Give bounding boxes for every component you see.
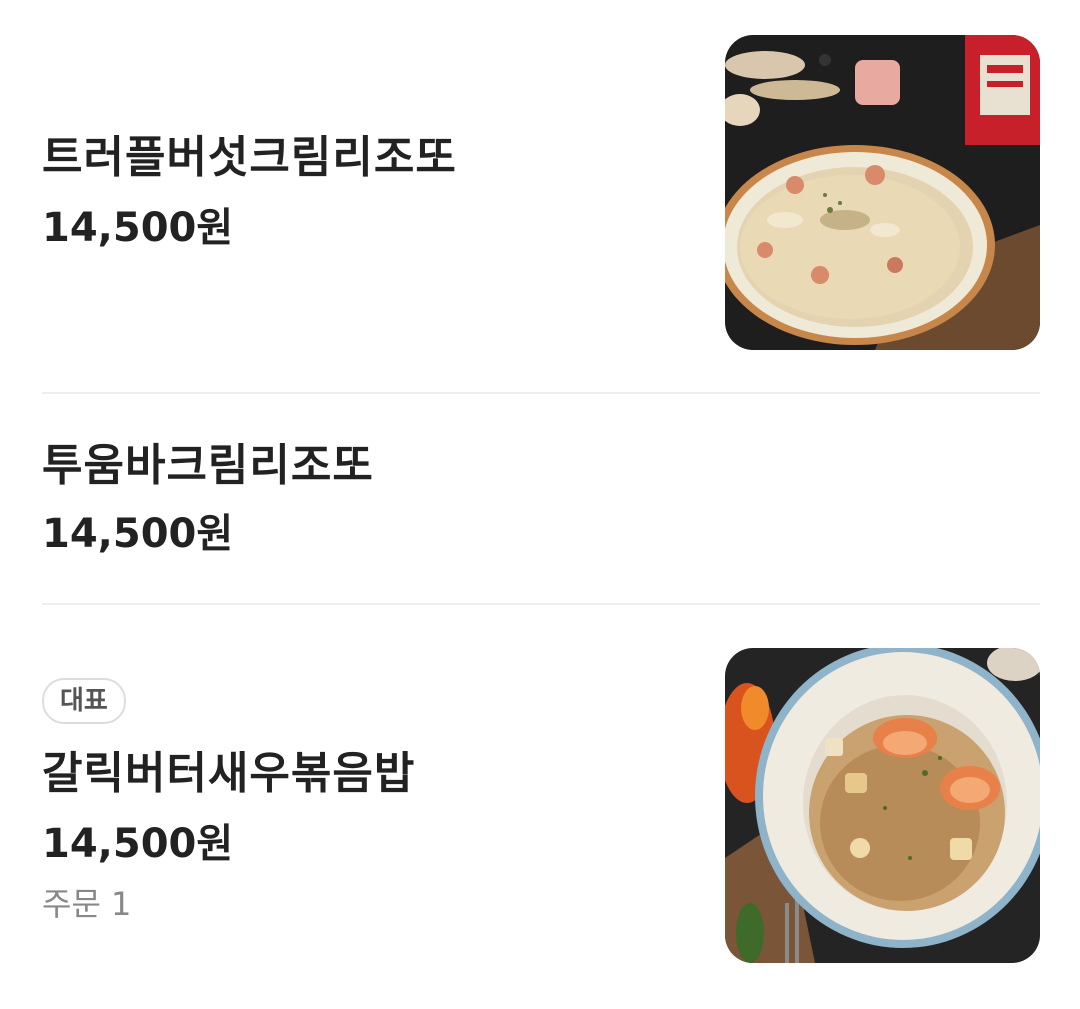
menu-item-name: 트러플버섯크림리조또 — [42, 132, 457, 183]
menu-item-price: 14,500원 — [42, 511, 234, 557]
menu-item-toowoomba-risotto[interactable]: 투움바크림리조또 14,500원 — [42, 394, 1040, 605]
menu-item-garlic-shrimp-fried-rice[interactable]: 대표 갈릭버터새우볶음밥 14,500원 주문 1 — [42, 606, 1040, 1009]
menu-list: 트러플버섯크림리조또 14,500원 투움바크림리조또 14,500원 대표 갈… — [0, 0, 1080, 1009]
menu-item-name: 갈릭버터새우볶음밥 — [42, 748, 416, 799]
order-count: 주문 1 — [42, 885, 132, 923]
menu-item-price: 14,500원 — [42, 821, 234, 867]
menu-item-photo[interactable] — [725, 648, 1040, 963]
menu-item-photo[interactable] — [725, 35, 1040, 350]
divider — [42, 603, 1040, 605]
menu-item-truffle-risotto[interactable]: 트러플버섯크림리조또 14,500원 — [42, 0, 1040, 393]
menu-item-price: 14,500원 — [42, 205, 234, 251]
signature-badge: 대표 — [42, 678, 126, 724]
menu-item-name: 투움바크림리조또 — [42, 440, 374, 491]
